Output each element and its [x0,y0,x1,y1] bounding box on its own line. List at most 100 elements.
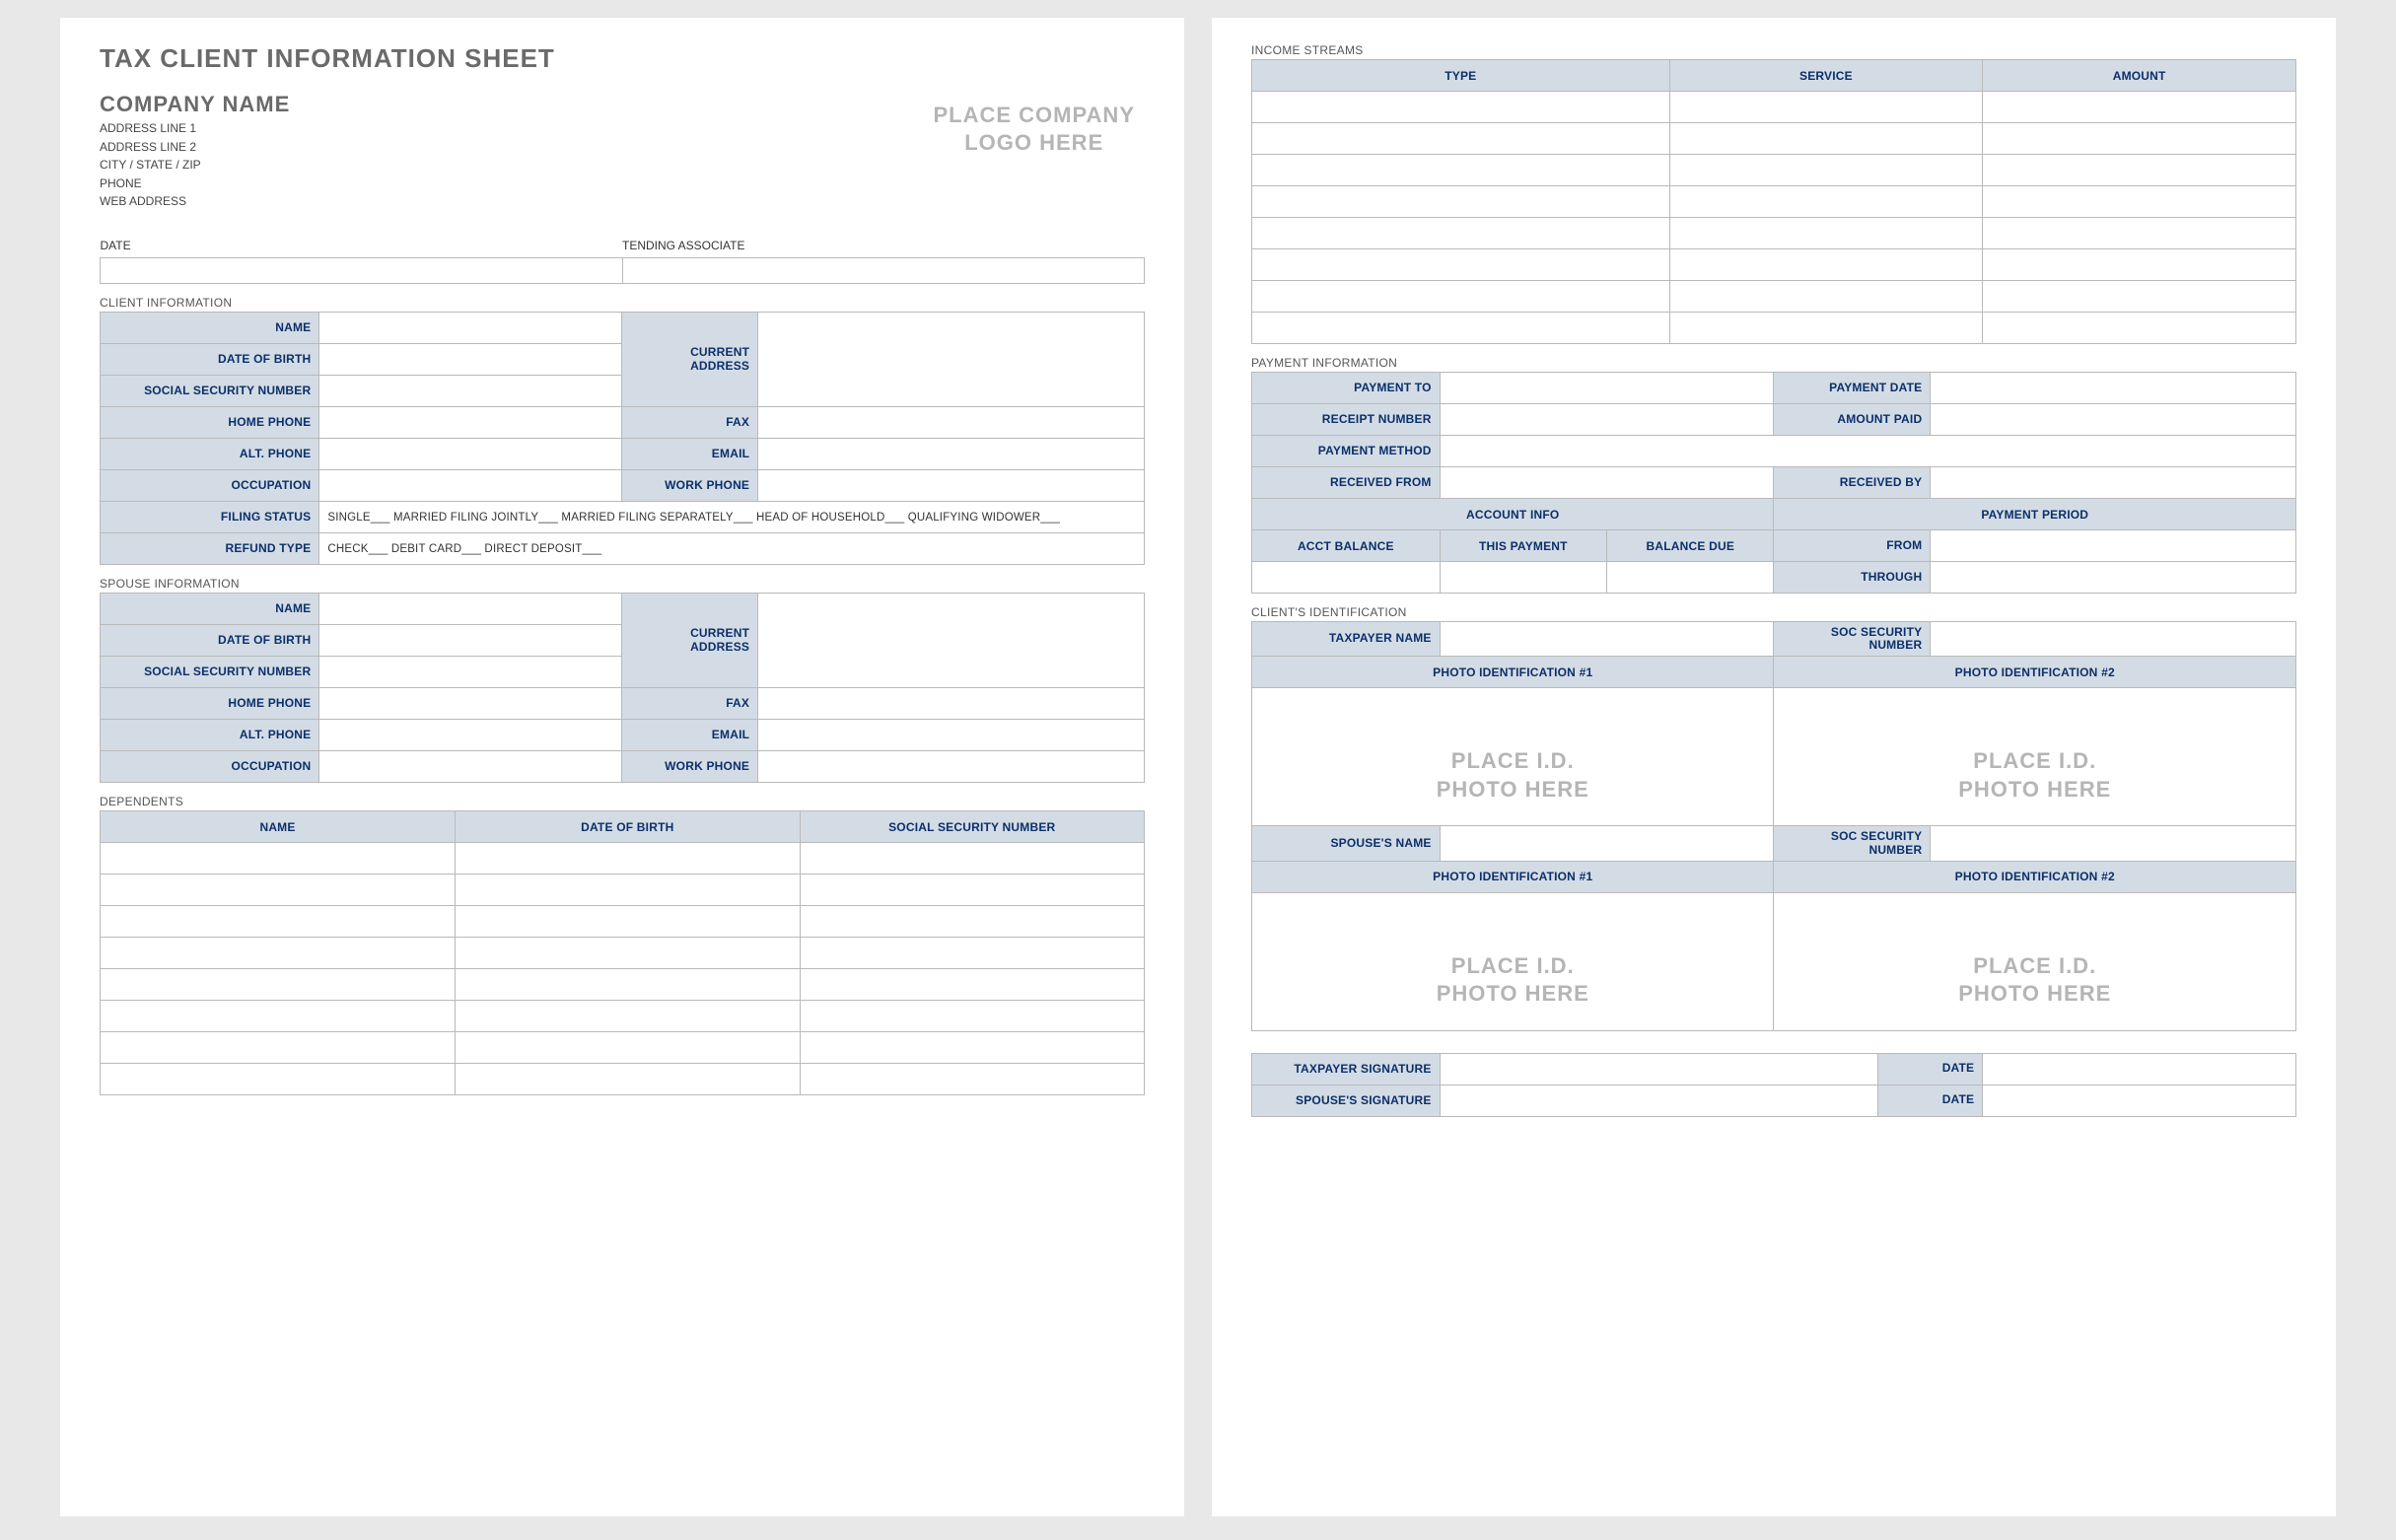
amount-paid-label: AMOUNT PAID [1774,404,1931,436]
client-workphone-input[interactable] [758,470,1145,502]
client-ssn-label: SOCIAL SECURITY NUMBER [101,376,319,407]
company-name: COMPANY NAME [100,92,290,117]
dep-ssn-header: SOCIAL SECURITY NUMBER [800,811,1144,843]
this-payment-header: THIS PAYMENT [1440,530,1606,562]
spouse-ssn-input[interactable] [319,657,622,688]
spouse-photo1-header: PHOTO IDENTIFICATION #1 [1252,861,1774,892]
table-row [101,1064,1145,1095]
payment-table: PAYMENT TO PAYMENT DATE RECEIPT NUMBER A… [1251,372,2296,594]
client-occupation-input[interactable] [319,470,622,502]
this-payment-input[interactable] [1440,562,1606,594]
associate-input[interactable] [622,258,1145,284]
spouse-workphone-input[interactable] [758,751,1145,783]
refund-type-options[interactable]: CHECK___ DEBIT CARD___ DIRECT DEPOSIT___ [319,533,1145,565]
payment-to-input[interactable] [1440,373,1774,404]
taxpayer-sig-label: TAXPAYER SIGNATURE [1252,1053,1441,1085]
income-amount-header: AMOUNT [1983,60,2296,92]
spouse-homephone-label: HOME PHONE [101,688,319,720]
date-input[interactable] [101,258,623,284]
taxpayer-name-input[interactable] [1440,622,1774,657]
spouse-address-input[interactable] [758,594,1145,688]
account-info-header: ACCOUNT INFO [1252,499,1774,530]
payment-period-header: PAYMENT PERIOD [1774,499,2296,530]
payment-method-label: PAYMENT METHOD [1252,436,1441,467]
table-row [101,875,1145,906]
payment-method-input[interactable] [1440,436,2295,467]
received-from-label: RECEIVED FROM [1252,467,1441,499]
spouse-altphone-input[interactable] [319,720,622,751]
amount-paid-input[interactable] [1931,404,2296,436]
receipt-number-input[interactable] [1440,404,1774,436]
address-line-2: ADDRESS LINE 2 [100,138,290,157]
taxpayer-photo1-box[interactable]: PLACE I.D.PHOTO HERE [1252,688,1774,826]
client-email-label: EMAIL [622,439,758,470]
table-row [101,843,1145,875]
table-row [101,938,1145,969]
spouse-occupation-label: OCCUPATION [101,751,319,783]
spouse-info-table: NAME CURRENT ADDRESS DATE OF BIRTH SOCIA… [100,593,1145,783]
client-address-input[interactable] [758,313,1145,407]
spouse-sig-input[interactable] [1440,1085,1878,1116]
spouse-ssn2-input[interactable] [1931,826,2296,861]
period-through-input[interactable] [1931,562,2296,594]
taxpayer-sig-date-label: DATE [1878,1053,1983,1085]
page-2: INCOME STREAMS TYPE SERVICE AMOUNT PAYME… [1212,18,2336,1516]
spouse-fax-label: FAX [622,688,758,720]
spouse-photo2-box[interactable]: PLACE I.D.PHOTO HERE [1774,892,2296,1030]
client-homephone-label: HOME PHONE [101,407,319,439]
client-fax-label: FAX [622,407,758,439]
taxpayer-ssn-label: SOC SECURITY NUMBER [1774,622,1931,657]
spouse-photo1-box[interactable]: PLACE I.D.PHOTO HERE [1252,892,1774,1030]
client-id-table: TAXPAYER NAME SOC SECURITY NUMBER PHOTO … [1251,621,2296,1031]
receipt-number-label: RECEIPT NUMBER [1252,404,1441,436]
spouse-name2-input[interactable] [1440,826,1774,861]
client-dob-input[interactable] [319,344,622,376]
acct-balance-input[interactable] [1252,562,1441,594]
spouse-workphone-label: WORK PHONE [622,751,758,783]
client-ssn-input[interactable] [319,376,622,407]
taxpayer-name-label: TAXPAYER NAME [1252,622,1441,657]
spouse-email-input[interactable] [758,720,1145,751]
table-row [1252,123,2296,155]
spouse-sig-date-label: DATE [1878,1085,1983,1116]
client-name-input[interactable] [319,313,622,344]
client-email-input[interactable] [758,439,1145,470]
page-1: TAX CLIENT INFORMATION SHEET COMPANY NAM… [60,18,1184,1516]
table-row [1252,92,2296,123]
taxpayer-sig-input[interactable] [1440,1053,1878,1085]
header-block: COMPANY NAME ADDRESS LINE 1 ADDRESS LINE… [100,92,1145,211]
spouse-fax-input[interactable] [758,688,1145,720]
client-altphone-input[interactable] [319,439,622,470]
dependents-table: NAME DATE OF BIRTH SOCIAL SECURITY NUMBE… [100,810,1145,1095]
spouse-sig-date-input[interactable] [1983,1085,2296,1116]
payment-date-label: PAYMENT DATE [1774,373,1931,404]
taxpayer-photo2-box[interactable]: PLACE I.D.PHOTO HERE [1774,688,2296,826]
period-from-input[interactable] [1931,530,2296,562]
received-by-input[interactable] [1931,467,2296,499]
received-from-input[interactable] [1440,467,1774,499]
table-row [101,1032,1145,1064]
filing-status-options[interactable]: SINGLE___ MARRIED FILING JOINTLY___ MARR… [319,502,1145,533]
taxpayer-sig-date-input[interactable] [1983,1053,2296,1085]
spouse-occupation-input[interactable] [319,751,622,783]
client-fax-input[interactable] [758,407,1145,439]
balance-due-input[interactable] [1607,562,1774,594]
spouse-dob-input[interactable] [319,625,622,657]
spouse-homephone-input[interactable] [319,688,622,720]
client-name-label: NAME [101,313,319,344]
payment-date-input[interactable] [1931,373,2296,404]
filing-status-label: FILING STATUS [101,502,319,533]
section-spouse-info: SPOUSE INFORMATION [100,577,1145,591]
refund-type-label: REFUND TYPE [101,533,319,565]
client-homephone-input[interactable] [319,407,622,439]
company-block: COMPANY NAME ADDRESS LINE 1 ADDRESS LINE… [100,92,290,211]
taxpayer-ssn-input[interactable] [1931,622,2296,657]
received-by-label: RECEIVED BY [1774,467,1931,499]
date-associate-table: DATE TENDING ASSOCIATE [100,233,1145,285]
spouse-photo2-header: PHOTO IDENTIFICATION #2 [1774,861,2296,892]
spouse-ssn2-label: SOC SECURITY NUMBER [1774,826,1931,861]
spouse-name-input[interactable] [319,594,622,625]
taxpayer-photo1-header: PHOTO IDENTIFICATION #1 [1252,657,1774,688]
spouse-address-label: CURRENT ADDRESS [622,594,758,688]
table-row [1252,155,2296,186]
